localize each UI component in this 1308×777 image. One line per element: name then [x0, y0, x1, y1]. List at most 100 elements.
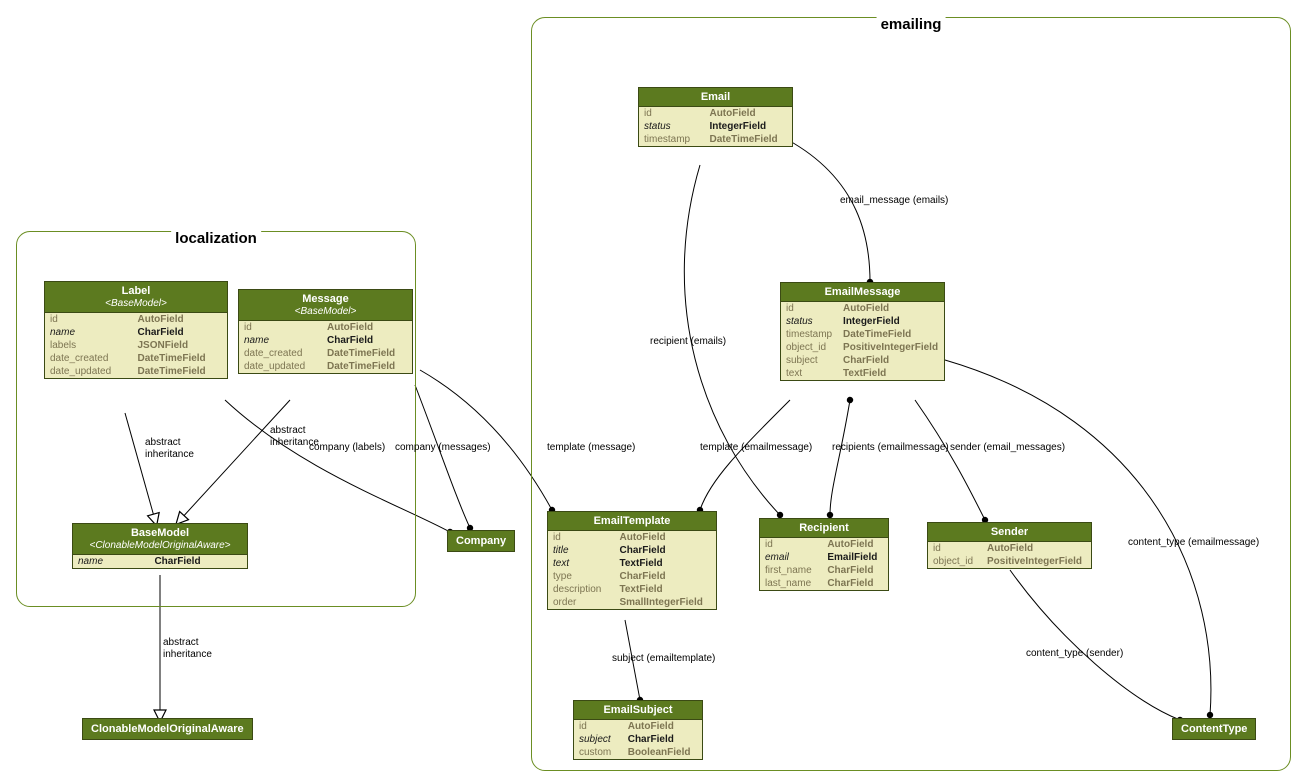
- class-emailtemplate: EmailTemplate idAutoFieldtitleCharFieldt…: [547, 511, 717, 610]
- field-type: CharField: [822, 577, 888, 590]
- field-name: text: [548, 557, 615, 570]
- class-label: Label <BaseModel> idAutoFieldnameCharFie…: [44, 281, 228, 379]
- field-name: order: [548, 596, 615, 609]
- field-name: id: [239, 321, 322, 334]
- field-type: EmailField: [822, 551, 888, 564]
- field-type: CharField: [822, 564, 888, 577]
- field-name: name: [239, 334, 322, 347]
- edge-template-message: template (message): [547, 442, 635, 454]
- field-name: email: [760, 551, 822, 564]
- field-name: subject: [574, 733, 623, 746]
- field-type: CharField: [133, 326, 228, 339]
- edge-company-labels: company (labels): [309, 442, 385, 454]
- class-contenttype: ContentType: [1172, 718, 1256, 740]
- field-type: TextField: [615, 583, 717, 596]
- field-type: PositiveIntegerField: [982, 555, 1091, 568]
- class-name: Message: [302, 293, 348, 305]
- field-name: custom: [574, 746, 623, 759]
- class-body: idAutoFieldstatusIntegerFieldtimestampDa…: [781, 302, 944, 380]
- edge-content-type-emailmessage: content_type (emailmessage): [1128, 537, 1259, 549]
- class-header: Recipient: [760, 519, 888, 538]
- edge-email-message-emails: email_message (emails): [840, 195, 948, 207]
- field-type: AutoField: [982, 542, 1091, 555]
- class-sender: Sender idAutoFieldobject_idPositiveInteg…: [927, 522, 1092, 569]
- field-name: id: [45, 313, 133, 326]
- class-stereo: <ClonableModelOriginalAware>: [77, 540, 243, 551]
- field-type: DateTimeField: [133, 365, 228, 378]
- field-name: date_updated: [45, 365, 133, 378]
- field-type: CharField: [623, 733, 702, 746]
- field-type: PositiveIntegerField: [838, 341, 944, 354]
- field-type: CharField: [615, 544, 717, 557]
- field-name: status: [781, 315, 838, 328]
- class-name: Email: [701, 91, 730, 103]
- class-body: nameCharField: [73, 555, 247, 568]
- field-type: IntegerField: [704, 120, 792, 133]
- field-type: TextField: [838, 367, 944, 380]
- class-header: EmailSubject: [574, 701, 702, 720]
- class-header: EmailMessage: [781, 283, 944, 302]
- class-header: EmailTemplate: [548, 512, 716, 531]
- field-type: DateTimeField: [133, 352, 228, 365]
- field-name: id: [760, 538, 822, 551]
- field-name: timestamp: [781, 328, 838, 341]
- field-type: AutoField: [322, 321, 412, 334]
- package-title: localization: [171, 230, 261, 247]
- field-type: CharField: [615, 570, 717, 583]
- class-header: Message <BaseModel>: [239, 290, 412, 321]
- edge-abstract-inheritance: abstract inheritance: [163, 637, 212, 661]
- class-recipient: Recipient idAutoFieldemailEmailFieldfirs…: [759, 518, 889, 591]
- class-email: Email idAutoFieldstatusIntegerFieldtimes…: [638, 87, 793, 147]
- field-type: SmallIntegerField: [615, 596, 717, 609]
- field-type: AutoField: [623, 720, 702, 733]
- field-name: date_created: [239, 347, 322, 360]
- class-clonablemodeloriginalaware: ClonableModelOriginalAware: [82, 718, 253, 740]
- field-name: object_id: [928, 555, 982, 568]
- edge-recipient-emails: recipient (emails): [650, 336, 726, 348]
- field-name: first_name: [760, 564, 822, 577]
- field-name: status: [639, 120, 704, 133]
- class-body: idAutoFieldnameCharFieldlabelsJSONFieldd…: [45, 313, 227, 378]
- class-stereo: <BaseModel>: [243, 306, 408, 317]
- field-name: text: [781, 367, 838, 380]
- class-header: Sender: [928, 523, 1091, 542]
- edge-abstract-inheritance: abstract inheritance: [145, 437, 194, 461]
- field-name: title: [548, 544, 615, 557]
- field-type: IntegerField: [838, 315, 944, 328]
- field-name: timestamp: [639, 133, 704, 146]
- field-type: TextField: [615, 557, 717, 570]
- field-name: labels: [45, 339, 133, 352]
- edge-content-type-sender: content_type (sender): [1026, 648, 1123, 660]
- field-name: date_created: [45, 352, 133, 365]
- field-name: id: [574, 720, 623, 733]
- field-name: id: [639, 107, 704, 120]
- field-name: name: [73, 555, 149, 568]
- field-name: last_name: [760, 577, 822, 590]
- field-type: CharField: [322, 334, 412, 347]
- package-title: emailing: [877, 16, 946, 33]
- edge-recipients-emailmessage: recipients (emailmessage): [832, 442, 949, 454]
- class-name: BaseModel: [131, 527, 189, 539]
- field-type: AutoField: [838, 302, 944, 315]
- class-header: Email: [639, 88, 792, 107]
- field-type: DateTimeField: [838, 328, 944, 341]
- class-name: Label: [122, 285, 151, 297]
- class-name: EmailMessage: [825, 286, 901, 298]
- edge-sender-email-messages: sender (email_messages): [950, 442, 1065, 454]
- class-body: idAutoFieldtitleCharFieldtextTextFieldty…: [548, 531, 716, 609]
- field-type: DateTimeField: [322, 347, 412, 360]
- class-body: idAutoFieldobject_idPositiveIntegerField: [928, 542, 1091, 568]
- field-type: AutoField: [615, 531, 717, 544]
- field-name: type: [548, 570, 615, 583]
- class-name: Sender: [991, 526, 1028, 538]
- class-body: idAutoFieldnameCharFielddate_createdDate…: [239, 321, 412, 373]
- class-header: BaseModel <ClonableModelOriginalAware>: [73, 524, 247, 555]
- class-header: Label <BaseModel>: [45, 282, 227, 313]
- edge-company-messages: company (messages): [395, 442, 491, 454]
- field-name: subject: [781, 354, 838, 367]
- field-type: DateTimeField: [322, 360, 412, 373]
- edge-subject-emailtemplate: subject (emailtemplate): [612, 653, 715, 665]
- field-type: DateTimeField: [704, 133, 792, 146]
- class-name: Recipient: [799, 522, 849, 534]
- class-message: Message <BaseModel> idAutoFieldnameCharF…: [238, 289, 413, 374]
